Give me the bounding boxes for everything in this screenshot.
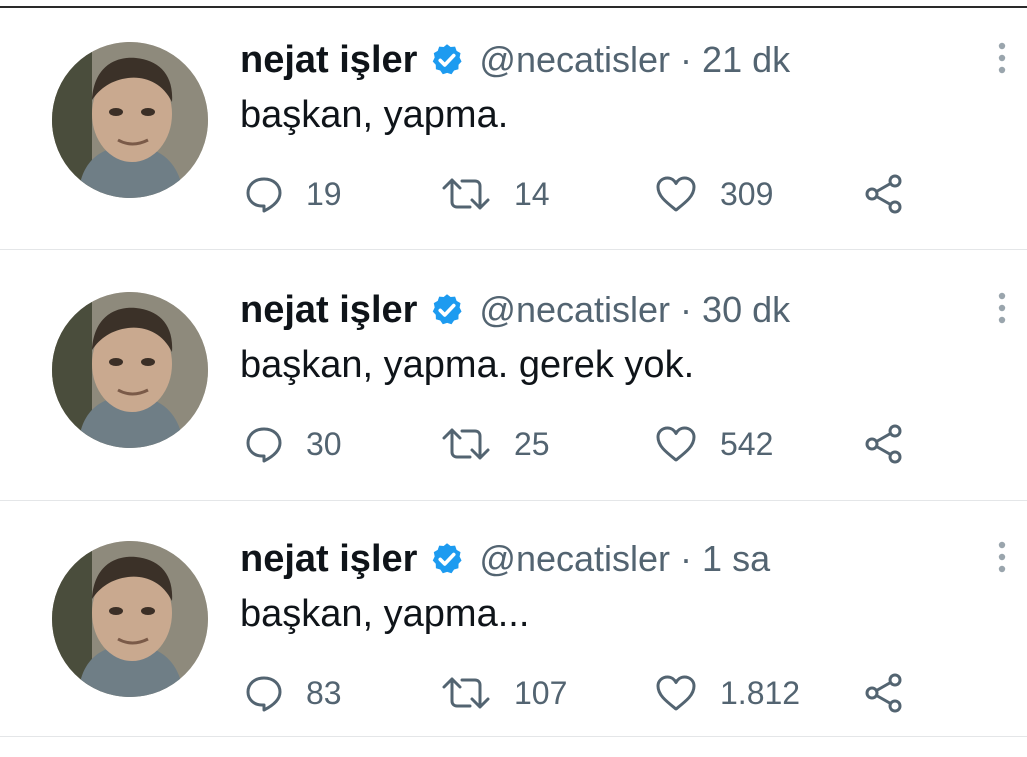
share-button[interactable] [862, 416, 906, 472]
speech-bubble-icon [246, 427, 282, 463]
tweet[interactable]: nejat işler @necatisler · 1 sa başkan, y… [0, 507, 1027, 757]
like-button[interactable]: 1.812 [654, 665, 800, 721]
vertical-dots-icon[interactable] [992, 288, 1012, 328]
retweet-button[interactable]: 14 [440, 166, 550, 222]
vertical-dots-icon[interactable] [992, 537, 1012, 577]
tweet-actions: 83 107 1.812 [244, 665, 924, 721]
verified-badge-icon [433, 44, 462, 75]
share-nodes-icon [865, 424, 902, 464]
share-nodes-icon [865, 174, 902, 214]
tweet-text: başkan, yapma... [240, 593, 530, 635]
like-count: 542 [720, 425, 774, 462]
reply-count: 30 [306, 425, 342, 462]
display-name[interactable]: nejat işler [240, 39, 417, 82]
user-handle[interactable]: @necatisler [479, 538, 670, 580]
heart-icon [656, 426, 696, 462]
like-button[interactable]: 309 [654, 166, 773, 222]
avatar[interactable] [52, 42, 208, 198]
tweet[interactable]: nejat işler @necatisler · 21 dk başkan, … [0, 8, 1027, 258]
avatar[interactable] [52, 541, 208, 697]
speech-bubble-icon [246, 676, 282, 712]
tweet-actions: 19 14 309 [244, 166, 924, 222]
tweet-divider [0, 500, 1027, 501]
vertical-dots-icon[interactable] [992, 38, 1012, 78]
retweet-count: 107 [514, 674, 568, 711]
separator-dot: · [680, 538, 693, 579]
tweet[interactable]: nejat işler @necatisler · 30 dk başkan, … [0, 258, 1027, 508]
retweet-arrows-icon [442, 677, 490, 709]
verified-badge-icon [433, 294, 462, 325]
avatar-photo [52, 292, 208, 448]
display-name[interactable]: nejat işler [240, 289, 417, 332]
avatar-photo [52, 541, 208, 697]
timestamp[interactable]: 1 sa [702, 538, 770, 580]
retweet-arrows-icon [442, 428, 490, 460]
tweet-actions: 30 25 542 [244, 416, 924, 472]
speech-bubble-icon [246, 177, 282, 213]
reply-button[interactable]: 30 [244, 416, 342, 472]
retweet-count: 25 [514, 425, 550, 462]
reply-button[interactable]: 83 [244, 665, 342, 721]
tweet-text: başkan, yapma. [240, 94, 509, 136]
user-handle[interactable]: @necatisler [479, 39, 670, 81]
like-count: 309 [720, 175, 774, 212]
tweet-header: nejat işler @necatisler · 30 dk [240, 280, 790, 340]
tweet-header: nejat işler @necatisler · 1 sa [240, 529, 770, 589]
heart-icon [656, 176, 696, 212]
retweet-button[interactable]: 107 [440, 665, 567, 721]
avatar-photo [52, 42, 208, 198]
share-nodes-icon [865, 673, 902, 713]
tweet-divider [0, 736, 1027, 737]
display-name[interactable]: nejat işler [240, 538, 417, 581]
reply-count: 19 [306, 175, 342, 212]
share-button[interactable] [862, 166, 906, 222]
heart-icon [656, 675, 696, 711]
retweet-button[interactable]: 25 [440, 416, 550, 472]
separator-dot: · [680, 39, 693, 80]
tweet-header: nejat işler @necatisler · 21 dk [240, 30, 790, 90]
like-button[interactable]: 542 [654, 416, 773, 472]
retweet-arrows-icon [442, 178, 490, 210]
tweet-text: başkan, yapma. gerek yok. [240, 344, 695, 386]
separator-dot: · [680, 289, 693, 330]
like-count: 1.812 [720, 674, 801, 711]
reply-button[interactable]: 19 [244, 166, 342, 222]
verified-badge-icon [433, 543, 462, 574]
share-button[interactable] [862, 665, 906, 721]
avatar[interactable] [52, 292, 208, 448]
tweet-divider [0, 249, 1027, 250]
timestamp[interactable]: 21 dk [702, 39, 790, 81]
reply-count: 83 [306, 674, 342, 711]
timestamp[interactable]: 30 dk [702, 289, 790, 331]
retweet-count: 14 [514, 175, 550, 212]
user-handle[interactable]: @necatisler [479, 289, 670, 331]
